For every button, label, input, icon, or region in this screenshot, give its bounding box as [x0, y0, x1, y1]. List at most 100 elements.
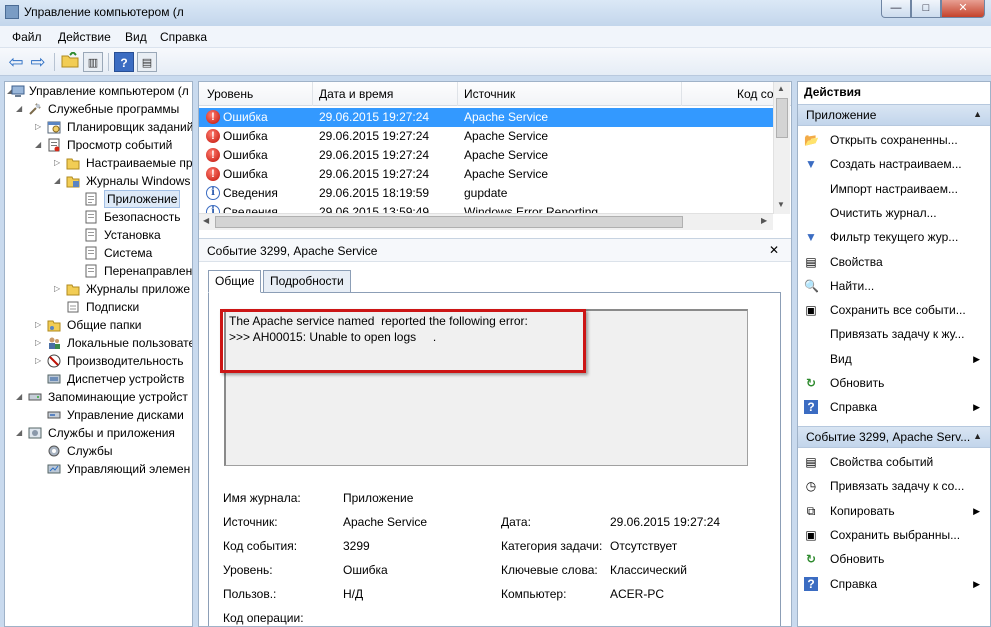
expand-icon[interactable]: ▷: [35, 118, 44, 136]
event-level: Ошибка: [223, 129, 268, 143]
field-label-event-id: Код события:: [223, 539, 298, 553]
tab-general[interactable]: Общие: [208, 270, 262, 293]
tree-item-label: Запоминающие устройст: [48, 390, 188, 404]
expand-icon[interactable]: ▷: [35, 334, 44, 352]
scroll-left-icon[interactable]: ◀: [203, 216, 209, 225]
collapse-icon[interactable]: ◢: [54, 172, 63, 190]
section-label: Событие 3299, Apache Serv...: [806, 430, 971, 444]
blank-icon: [804, 352, 818, 366]
menu-action[interactable]: Действие: [58, 30, 111, 44]
error-icon: !: [206, 110, 220, 124]
maximize-button[interactable]: □: [911, 0, 941, 18]
collapse-icon[interactable]: ◢: [16, 100, 25, 118]
field-label-source: Источник:: [223, 515, 278, 529]
tab-details[interactable]: Подробности: [263, 270, 351, 293]
show-hide-tree-icon[interactable]: ▥: [83, 52, 103, 72]
tree-item-label: Установка: [104, 228, 161, 242]
help-icon[interactable]: ?: [114, 52, 134, 72]
wmi-control-icon: [47, 464, 61, 474]
action-item[interactable]: ▣ Сохранить выбранны...: [798, 523, 990, 547]
action-label: Вид: [830, 351, 852, 366]
tree-item-label: Приложение: [104, 190, 181, 208]
info-icon: i: [206, 205, 220, 213]
collapse-caret-icon[interactable]: ▲: [973, 109, 982, 119]
back-arrow-icon[interactable]: ⇦: [6, 52, 26, 72]
close-button[interactable]: ✕: [941, 0, 985, 18]
action-item[interactable]: ◷ Привязать задачу к со...: [798, 474, 990, 498]
actions-section-application[interactable]: Приложение ▲: [798, 104, 990, 126]
show-hide-action-pane-icon[interactable]: ▤: [137, 52, 157, 72]
close-detail-icon[interactable]: ✕: [769, 243, 779, 257]
scroll-up-icon[interactable]: ▲: [777, 84, 785, 93]
subscriptions-icon: [67, 301, 79, 313]
event-row[interactable]: ! Ошибка 29.06.2015 19:27:24 Apache Serv…: [199, 127, 773, 146]
collapse-icon[interactable]: ◢: [16, 388, 25, 406]
action-label: Копировать: [830, 503, 895, 518]
action-item[interactable]: ↻ Обновить: [798, 371, 990, 395]
expand-icon[interactable]: ▷: [35, 352, 44, 370]
column-separator[interactable]: [681, 82, 682, 106]
action-item[interactable]: ▣ Сохранить все событи...: [798, 298, 990, 322]
event-row[interactable]: ! Ошибка 29.06.2015 19:27:24 Apache Serv…: [199, 108, 773, 127]
action-item[interactable]: ? Справка ▶: [798, 395, 990, 419]
minimize-button[interactable]: —: [881, 0, 911, 18]
action-item[interactable]: ↻ Обновить: [798, 547, 990, 571]
attach-task-icon: ◷: [805, 479, 817, 494]
action-item[interactable]: ▼ Фильтр текущего жур...: [798, 225, 990, 249]
collapse-icon[interactable]: ◢: [16, 424, 25, 442]
menu-help[interactable]: Справка: [160, 30, 207, 44]
action-item[interactable]: ▼ Создать настраиваем...: [798, 152, 990, 176]
action-item[interactable]: Импорт настраиваем...: [798, 177, 990, 201]
event-list-vertical-scrollbar[interactable]: ▲ ▼: [773, 82, 790, 214]
collapse-icon[interactable]: ◢: [35, 136, 44, 154]
expand-icon[interactable]: ▷: [54, 154, 63, 172]
event-level: Ошибка: [223, 110, 268, 124]
actions-section-event[interactable]: Событие 3299, Apache Serv... ▲: [798, 426, 990, 448]
scroll-right-icon[interactable]: ▶: [761, 216, 767, 225]
column-header-datetime[interactable]: Дата и время: [319, 87, 393, 101]
field-label-date: Дата:: [501, 515, 531, 529]
action-item[interactable]: ⧉ Копировать ▶: [798, 499, 990, 523]
filter-icon: ▼: [805, 230, 817, 245]
action-item[interactable]: Очистить журнал...: [798, 201, 990, 225]
field-value-date: 29.06.2015 19:27:24: [610, 515, 721, 529]
action-item[interactable]: Привязать задачу к жу...: [798, 322, 990, 346]
tree-item-label: Безопасность: [104, 210, 181, 224]
expand-icon[interactable]: ▷: [54, 280, 63, 298]
column-header-source[interactable]: Источник: [464, 87, 515, 101]
menu-file[interactable]: Файл: [12, 30, 42, 44]
open-folder-icon: 📂: [804, 133, 819, 147]
event-row[interactable]: i Сведения 29.06.2015 13:59:49 Windows E…: [199, 203, 773, 213]
scroll-down-icon[interactable]: ▼: [777, 200, 785, 209]
column-header-event-id[interactable]: Код со: [737, 87, 774, 101]
collapse-caret-icon[interactable]: ▲: [973, 431, 982, 441]
action-item[interactable]: ▤ Свойства: [798, 250, 990, 274]
action-item[interactable]: 📂 Открыть сохраненны...: [798, 128, 990, 152]
tree-item-label: Настраиваемые пр: [86, 156, 193, 170]
console-tree: ◢ Управление компьютером (л ◢ Служебные …: [4, 81, 193, 627]
event-row[interactable]: i Сведения 29.06.2015 18:19:59 gupdate: [199, 184, 773, 203]
menu-view[interactable]: Вид: [125, 30, 147, 44]
action-item[interactable]: ? Справка ▶: [798, 572, 990, 596]
event-row[interactable]: ! Ошибка 29.06.2015 19:27:24 Apache Serv…: [199, 165, 773, 184]
event-row[interactable]: ! Ошибка 29.06.2015 19:27:24 Apache Serv…: [199, 146, 773, 165]
tree-item-label: Диспетчер устройств: [67, 372, 185, 386]
performance-icon: [47, 354, 61, 368]
event-date: 29.06.2015 18:19:59: [319, 186, 430, 200]
event-list-horizontal-scrollbar[interactable]: ◀ ▶: [199, 213, 773, 230]
field-label-user: Пользов.:: [223, 587, 277, 601]
action-item[interactable]: 🔍 Найти...: [798, 274, 990, 298]
column-separator[interactable]: [457, 82, 458, 106]
forward-arrow-icon[interactable]: ⇨: [28, 52, 48, 72]
folder-icon: [66, 158, 80, 170]
up-folder-icon[interactable]: [60, 50, 80, 72]
column-separator[interactable]: [312, 82, 313, 106]
computer-management-icon: [11, 85, 25, 97]
action-item[interactable]: Вид ▶: [798, 347, 990, 371]
action-item[interactable]: ▤ Свойства событий: [798, 450, 990, 474]
expand-icon[interactable]: ▷: [35, 316, 44, 334]
save-icon: ▣: [805, 303, 817, 318]
scrollbar-thumb[interactable]: [215, 216, 683, 228]
scrollbar-thumb[interactable]: [776, 98, 788, 138]
column-header-level[interactable]: Уровень: [207, 87, 253, 101]
